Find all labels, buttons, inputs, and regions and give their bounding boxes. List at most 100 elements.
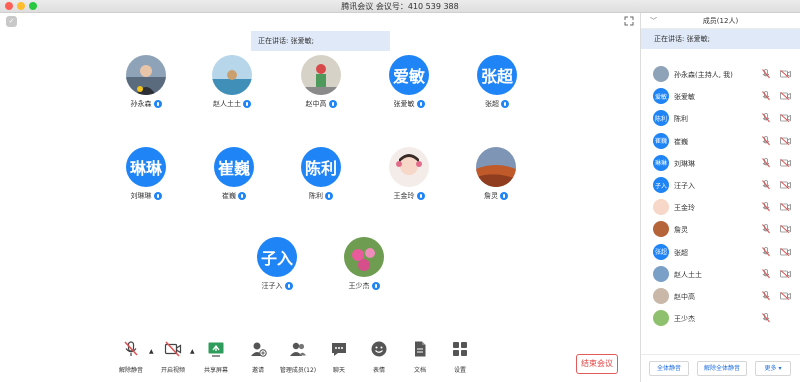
participant-tile[interactable]: 王少杰 [329,237,399,291]
member-video-off-icon[interactable] [780,181,791,189]
mic-status-icon [501,100,509,108]
panel-speaking-indicator: 正在讲话: 张爱敏; [641,29,800,49]
member-row[interactable]: 爱敏 张爱敏 [641,85,800,107]
avatar: 张超 [477,55,517,95]
participant-tile[interactable]: 詹灵 [461,147,531,201]
member-video-off-icon[interactable] [780,114,791,123]
member-video-off-icon[interactable] [780,269,791,278]
member-muted-mic-icon[interactable] [762,313,770,323]
participant-tile[interactable]: 孙永森 [111,55,181,109]
member-name: 崔巍 [674,137,688,146]
mic-status-icon [500,192,508,200]
mic-status-icon [328,100,337,108]
member-video-off-icon[interactable] [780,247,791,256]
mic-status-icon [153,192,162,200]
participant-name: 王金玲 [393,192,415,200]
mic-status-icon [325,192,333,200]
avatar [212,55,252,95]
member-row[interactable]: 琳琳 刘琳琳 [641,152,800,174]
member-row[interactable]: 崔巍 崔巍 [641,130,800,152]
member-video-off-icon[interactable] [780,292,791,300]
member-muted-mic-icon[interactable] [762,91,770,101]
invite-icon [251,342,267,357]
reactions-label: 表情 [372,367,385,374]
participant-tile[interactable]: 崔巍 崔巍 [199,147,269,201]
participant-tile[interactable]: 赵人土土 [197,55,267,109]
avatar [476,147,516,187]
participant-tile[interactable]: 爱敏 张爱敏 [374,55,444,109]
chat-button[interactable]: 聊天 [317,340,361,374]
avatar: 崔巍 [214,147,254,187]
member-muted-mic-icon[interactable] [762,202,770,212]
participant-name: 张爱敏 [393,100,415,108]
member-row[interactable]: 陈利 陈利 [641,107,800,129]
avatar: 琳琳 [126,147,166,187]
member-video-off-icon[interactable] [780,92,791,101]
participant-name: 陈利 [309,192,323,200]
member-row[interactable]: 张超 张超 [641,241,800,263]
members-panel-header: ﹀ 成员(12人) [641,13,800,29]
share-screen-icon [208,342,224,357]
documents-button[interactable]: 文档 [398,340,442,374]
title-bar: 腾讯会议 会议号：410 539 388 [0,0,800,13]
settings-button[interactable]: 设置 [438,340,482,374]
member-name: 赵人土土 [674,270,702,279]
member-muted-mic-icon[interactable] [762,180,770,190]
member-row[interactable]: 詹灵 [641,218,800,240]
share-screen-label: 共享屏幕 [203,367,228,374]
end-meeting-button[interactable]: 结束会议 [576,354,618,374]
member-muted-mic-icon[interactable] [762,135,770,146]
avatar: 陈利 [301,147,341,187]
mic-status-icon [284,282,293,290]
member-row[interactable]: 子入 汪子入 [641,174,800,196]
member-name: 王少杰 [674,315,695,324]
participant-name: 孙永森 [130,100,152,108]
member-row[interactable]: 王金玲 [641,196,800,218]
fullscreen-icon[interactable] [624,16,634,26]
member-muted-mic-icon[interactable] [762,291,770,301]
unmute-label: 解除静音 [118,367,143,374]
member-row[interactable]: 王少杰 [641,307,800,329]
muted-mic-icon [124,341,138,356]
member-video-off-icon[interactable] [780,136,791,145]
member-muted-mic-icon[interactable] [762,224,770,234]
mic-status-icon [416,192,425,200]
member-row[interactable]: 赵人土土 [641,263,800,285]
member-video-off-icon[interactable] [780,203,791,212]
members-panel: ﹀ 成员(12人) 正在讲话: 张爱敏; 孙永森(主持人, 我) 爱敏 张爱敏 陈利陈… [640,13,800,382]
unmute-button[interactable]: 解除静音 [109,340,153,374]
participant-grid: ✓ 正在讲话: 张爱敏; 孙永森 赵人土土 赵中高 爱敏 张爱敏 张超 张超 琳… [0,13,640,382]
participant-name: 崔巍 [222,192,236,200]
member-video-off-icon[interactable] [780,225,791,234]
participant-tile[interactable]: 赵中高 [286,55,356,109]
participant-tile[interactable]: 陈利 陈利 [286,147,356,201]
participant-tile[interactable]: 王金玲 [374,147,444,201]
manage-members-icon [290,342,306,356]
member-muted-mic-icon[interactable] [762,246,770,257]
video-off-icon [164,341,182,357]
member-avatar [653,288,669,304]
member-muted-mic-icon[interactable] [762,113,770,123]
share-screen-button[interactable]: 共享屏幕 [194,340,238,374]
member-video-off-icon[interactable] [780,158,791,167]
mute-all-button[interactable]: 全体静音 [649,361,689,376]
invite-button[interactable]: 邀请 [236,340,280,374]
participant-tile[interactable]: 子入 汪子入 [242,237,312,291]
participant-tile[interactable]: 琳琳 刘琳琳 [111,147,181,201]
member-muted-mic-icon[interactable] [762,268,770,279]
unmute-all-button[interactable]: 解除全体静音 [697,361,747,376]
start-video-button[interactable]: 开启视频 [151,340,195,374]
member-row[interactable]: 孙永森(主持人, 我) [641,63,800,85]
participant-tile[interactable]: 张超 张超 [462,55,532,109]
member-muted-mic-icon[interactable] [762,157,770,168]
invite-label: 邀请 [251,367,264,374]
more-options-button[interactable]: 更多 ▾ [755,361,791,376]
manage-members-button[interactable]: 管理成员(12) [276,340,320,374]
member-avatar [653,221,669,238]
member-avatar: 张超 [653,243,669,260]
member-video-off-icon[interactable] [780,70,791,78]
reactions-button[interactable]: 表情 [357,340,401,374]
member-row[interactable]: 赵中高 [641,285,800,307]
security-shield-icon[interactable]: ✓ [6,16,17,27]
member-muted-mic-icon[interactable] [762,69,770,79]
